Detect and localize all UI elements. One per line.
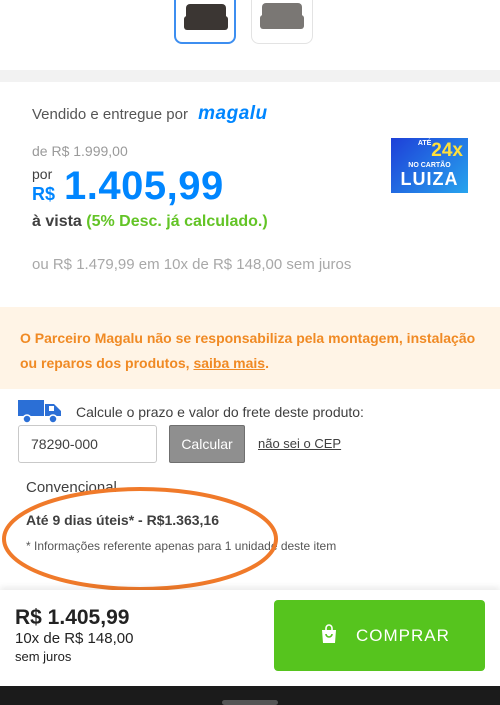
badge-line2: NO CARTÃO [408,162,451,169]
cash-price-note: à vista (5% Desc. já calculado.) [32,213,268,231]
badge-line3: LUIZA [400,169,459,189]
warning-end: . [265,355,269,371]
main-price: 1.405,99 [64,164,224,208]
shipping-estimate: Até 9 dias úteis* - R$1.363,16 [26,512,219,528]
bottom-purchase-bar: R$ 1.405,99 10x de R$ 148,00 sem juros C… [0,590,500,686]
bottom-price: R$ 1.405,99 [15,606,130,629]
bottom-juros: sem juros [15,649,72,664]
bottom-installments: 10x de R$ 148,00 [15,630,134,647]
seller-prefix: Vendido e entregue por [32,106,188,123]
partner-warning: O Parceiro Magalu não se responsabiliza … [0,307,500,389]
old-price: de R$ 1.999,00 [32,143,128,159]
por-label: por [32,166,53,182]
shipping-method-title: Convencional [26,479,117,496]
badge-ate: ATÉ [417,140,432,147]
magalu-logo: magalu [198,103,268,124]
installments-info: ou R$ 1.479,99 em 10x de R$ 148,00 sem j… [32,256,352,273]
vista-label: à vista [32,213,82,230]
badge-count: ATÉ24x [397,140,463,162]
calculate-button[interactable]: Calcular [169,425,245,463]
sofa-image [260,3,304,31]
thumbnail-sofa-gray[interactable] [251,0,313,44]
system-nav-bar [0,686,500,705]
thumbnail-sofa-dark[interactable] [174,0,236,44]
shopping-bag-icon [322,624,336,643]
home-indicator[interactable] [222,700,278,705]
saiba-mais-link[interactable]: saiba mais [193,355,265,371]
cep-input[interactable] [18,425,157,463]
warning-text: O Parceiro Magalu não se responsabiliza … [20,326,480,376]
product-thumbnails [0,0,500,52]
section-divider [0,70,500,82]
cartao-luiza-badge: ATÉ24x NO CARTÃO LUIZA [391,138,468,193]
shipping-note: * Informações referente apenas para 1 un… [26,539,337,553]
discount-note: (5% Desc. já calculado.) [86,213,268,230]
sofa-image [184,4,228,32]
buy-button[interactable]: COMPRAR [274,600,485,671]
badge-count-value: 24x [431,140,463,161]
seller-info: Vendido e entregue por magalu [32,103,268,125]
freight-label: Calcule o prazo e valor do frete deste p… [76,404,364,420]
buy-button-label: COMPRAR [356,626,450,645]
no-cep-link[interactable]: não sei o CEP [258,436,341,451]
price-currency: R$ [32,184,56,204]
truck-icon [18,400,61,424]
